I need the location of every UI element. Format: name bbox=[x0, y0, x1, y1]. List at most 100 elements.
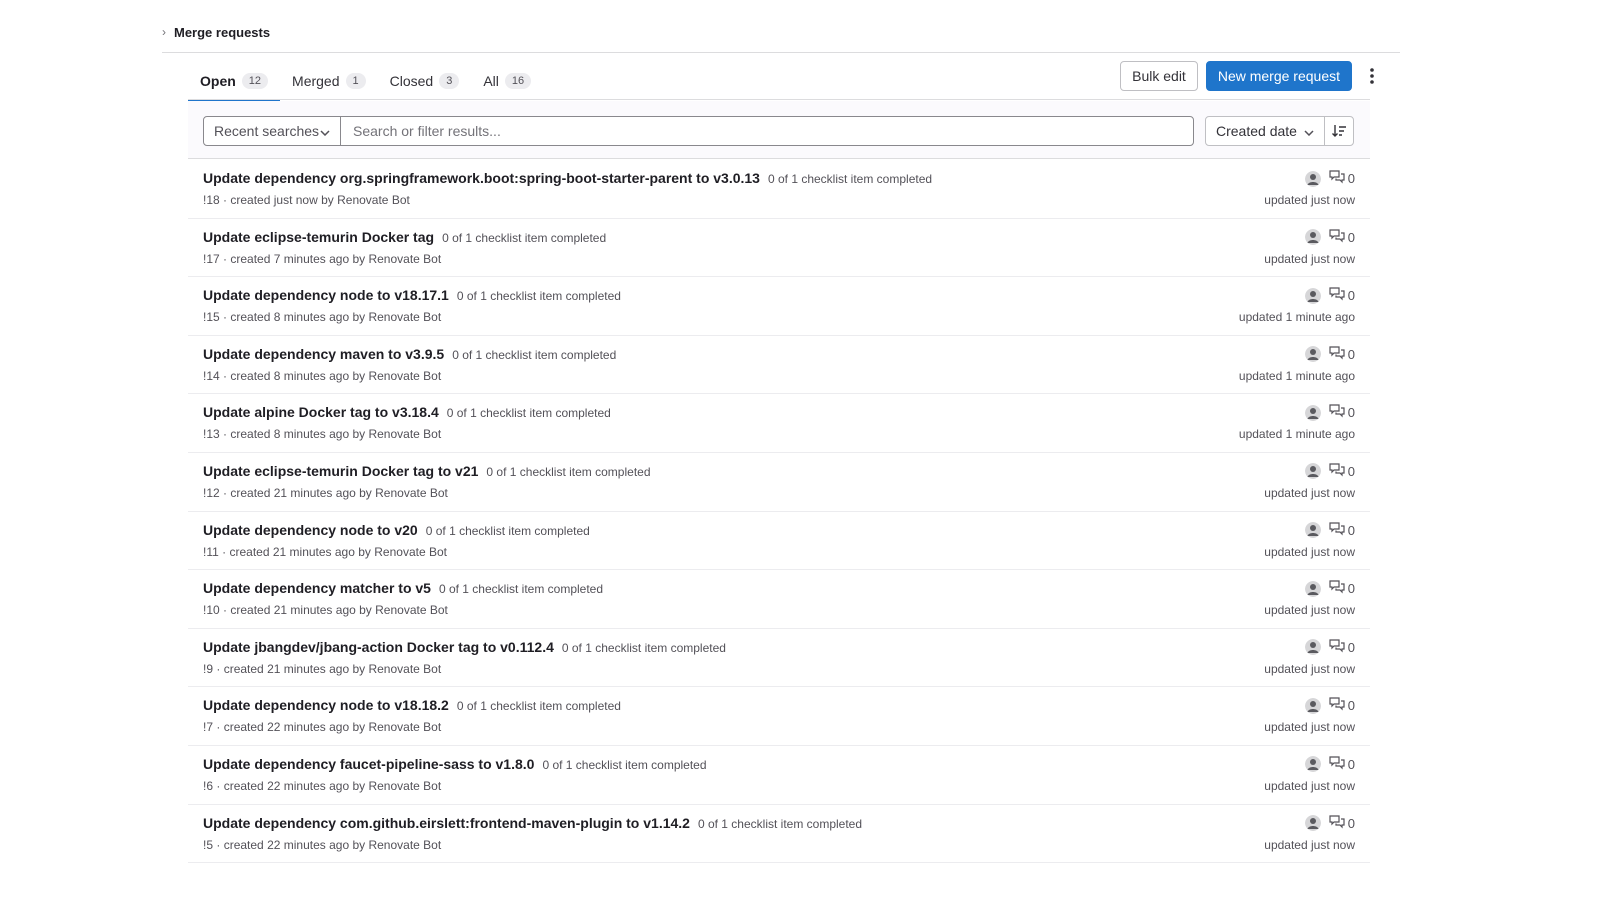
author-link[interactable]: Renovate Bot bbox=[368, 779, 441, 793]
merge-request-iid[interactable]: !9 bbox=[203, 662, 213, 676]
updated-time: updated just now bbox=[1264, 720, 1355, 735]
merge-request-iid[interactable]: !11 bbox=[203, 545, 219, 559]
created-text: created 21 minutes ago by bbox=[223, 661, 366, 676]
assignee-avatar[interactable] bbox=[1304, 815, 1321, 832]
comments-count[interactable]: 0 bbox=[1329, 404, 1355, 421]
comments-count[interactable]: 0 bbox=[1329, 287, 1355, 304]
breadcrumb: › Merge requests bbox=[162, 22, 270, 42]
merge-request-row: Update dependency maven to v3.9.5 0 of 1… bbox=[188, 336, 1370, 395]
merge-request-iid[interactable]: !15 bbox=[203, 310, 220, 324]
merge-request-row: Update alpine Docker tag to v3.18.4 0 of… bbox=[188, 394, 1370, 453]
merge-request-title[interactable]: Update dependency org.springframework.bo… bbox=[203, 170, 760, 186]
comments-count[interactable]: 0 bbox=[1329, 697, 1355, 714]
comments-count-value: 0 bbox=[1347, 463, 1355, 479]
comments-count[interactable]: 0 bbox=[1329, 463, 1355, 480]
created-text: created 21 minutes ago by bbox=[230, 603, 372, 618]
merge-request-title[interactable]: Update dependency node to v18.18.2 bbox=[203, 697, 449, 713]
assignee-avatar[interactable] bbox=[1304, 463, 1321, 480]
merge-request-title[interactable]: Update dependency node to v18.17.1 bbox=[203, 287, 449, 303]
assignee-avatar[interactable] bbox=[1304, 522, 1321, 539]
updated-time: updated 1 minute ago bbox=[1238, 368, 1355, 383]
merge-request-iid[interactable]: !18 bbox=[203, 193, 220, 207]
comments-icon bbox=[1329, 697, 1345, 714]
tab-open[interactable]: Open 12 bbox=[188, 62, 281, 101]
new-merge-request-button[interactable]: New merge request bbox=[1205, 61, 1352, 91]
merge-request-iid[interactable]: !5 bbox=[203, 838, 213, 852]
comments-count-value: 0 bbox=[1347, 405, 1355, 421]
comments-count[interactable]: 0 bbox=[1329, 756, 1355, 773]
merge-request-title[interactable]: Update dependency com.github.eirslett:fr… bbox=[203, 815, 690, 831]
author-link[interactable]: Renovate Bot bbox=[368, 720, 441, 734]
checklist-status: 0 of 1 checklist item completed bbox=[438, 582, 604, 597]
assignee-avatar[interactable] bbox=[1304, 697, 1321, 714]
sort-direction-icon[interactable] bbox=[1324, 116, 1354, 146]
bulk-edit-button[interactable]: Bulk edit bbox=[1120, 61, 1198, 91]
updated-time: updated just now bbox=[1264, 778, 1355, 793]
author-link[interactable]: Renovate Bot bbox=[368, 310, 441, 324]
author-link[interactable]: Renovate Bot bbox=[368, 838, 441, 852]
author-link[interactable]: Renovate Bot bbox=[368, 252, 441, 266]
checklist-status: 0 of 1 checklist item completed bbox=[767, 172, 933, 186]
author-link[interactable]: Renovate Bot bbox=[375, 486, 448, 500]
merge-request-title[interactable]: Update dependency matcher to v5 bbox=[203, 580, 431, 596]
tab-merged[interactable]: Merged 1 bbox=[280, 62, 378, 100]
merge-request-title[interactable]: Update eclipse-temurin Docker tag bbox=[203, 229, 434, 245]
comments-count-value: 0 bbox=[1347, 522, 1355, 538]
merge-request-iid[interactable]: !13 bbox=[203, 427, 220, 441]
assignee-avatar[interactable] bbox=[1304, 229, 1321, 246]
merge-request-row: Update jbangdev/jbang-action Docker tag … bbox=[188, 629, 1370, 688]
breadcrumb-item-merge-requests[interactable]: Merge requests bbox=[174, 25, 270, 40]
assignee-avatar[interactable] bbox=[1304, 756, 1321, 773]
merge-request-title[interactable]: Update dependency faucet-pipeline-sass t… bbox=[203, 756, 534, 772]
merge-request-iid[interactable]: !10 bbox=[203, 603, 220, 617]
created-text: created 21 minutes ago by bbox=[230, 485, 372, 500]
assignee-avatar[interactable] bbox=[1304, 404, 1321, 421]
author-link[interactable]: Renovate Bot bbox=[337, 193, 410, 207]
merge-request-iid[interactable]: !6 bbox=[203, 779, 213, 793]
assignee-avatar[interactable] bbox=[1304, 580, 1321, 597]
created-text: created 22 minutes ago by bbox=[223, 778, 366, 793]
search-input[interactable] bbox=[340, 116, 1194, 146]
merge-request-iid[interactable]: !14 bbox=[203, 369, 220, 383]
merge-request-title[interactable]: Update eclipse-temurin Docker tag to v21 bbox=[203, 463, 478, 479]
tab-closed[interactable]: Closed 3 bbox=[378, 62, 472, 100]
merge-request-iid[interactable]: !12 bbox=[203, 486, 220, 500]
comments-count[interactable]: 0 bbox=[1329, 639, 1355, 656]
author-link[interactable]: Renovate Bot bbox=[374, 545, 447, 559]
assignee-avatar[interactable] bbox=[1304, 639, 1321, 656]
author-link[interactable]: Renovate Bot bbox=[368, 369, 441, 383]
author-link[interactable]: Renovate Bot bbox=[368, 427, 441, 441]
recent-searches-dropdown[interactable]: Recent searches bbox=[203, 116, 341, 146]
assignee-avatar[interactable] bbox=[1304, 170, 1321, 187]
tab-all[interactable]: All 16 bbox=[471, 62, 543, 100]
assignee-avatar[interactable] bbox=[1304, 346, 1321, 363]
comments-count-value: 0 bbox=[1347, 229, 1355, 245]
merge-request-title[interactable]: Update dependency node to v20 bbox=[203, 522, 418, 538]
comments-count-value: 0 bbox=[1347, 288, 1355, 304]
tab-count-badge: 3 bbox=[439, 73, 460, 89]
comments-icon bbox=[1329, 756, 1345, 773]
more-actions-kebab-icon[interactable] bbox=[1360, 61, 1384, 91]
author-link[interactable]: Renovate Bot bbox=[375, 603, 448, 617]
merge-request-iid[interactable]: !7 bbox=[203, 720, 213, 734]
checklist-status: 0 of 1 checklist item completed bbox=[456, 289, 621, 304]
merge-request-meta: !14 · created 8 minutes ago by Renovate … bbox=[203, 369, 441, 383]
author-link[interactable]: Renovate Bot bbox=[368, 662, 441, 676]
merge-request-row: Update eclipse-temurin Docker tag to v21… bbox=[188, 453, 1370, 512]
comments-count[interactable]: 0 bbox=[1329, 814, 1355, 832]
merge-request-title[interactable]: Update alpine Docker tag to v3.18.4 bbox=[203, 404, 439, 420]
assignee-avatar[interactable] bbox=[1304, 287, 1321, 304]
sort-by-dropdown[interactable]: Created date bbox=[1205, 116, 1325, 146]
comments-count[interactable]: 0 bbox=[1329, 346, 1355, 363]
comments-count[interactable]: 0 bbox=[1329, 170, 1355, 187]
comments-count[interactable]: 0 bbox=[1329, 228, 1355, 246]
merge-request-meta: !13 · created 8 minutes ago by Renovate … bbox=[203, 427, 441, 441]
header-divider bbox=[162, 52, 1400, 53]
chevron-down-icon bbox=[320, 123, 330, 139]
merge-request-iid[interactable]: !17 bbox=[203, 252, 220, 266]
merge-request-title[interactable]: Update jbangdev/jbang-action Docker tag … bbox=[203, 639, 554, 655]
comments-count[interactable]: 0 bbox=[1329, 521, 1355, 539]
comments-count[interactable]: 0 bbox=[1329, 580, 1355, 597]
comments-icon bbox=[1329, 814, 1345, 832]
merge-request-title[interactable]: Update dependency maven to v3.9.5 bbox=[203, 346, 444, 362]
